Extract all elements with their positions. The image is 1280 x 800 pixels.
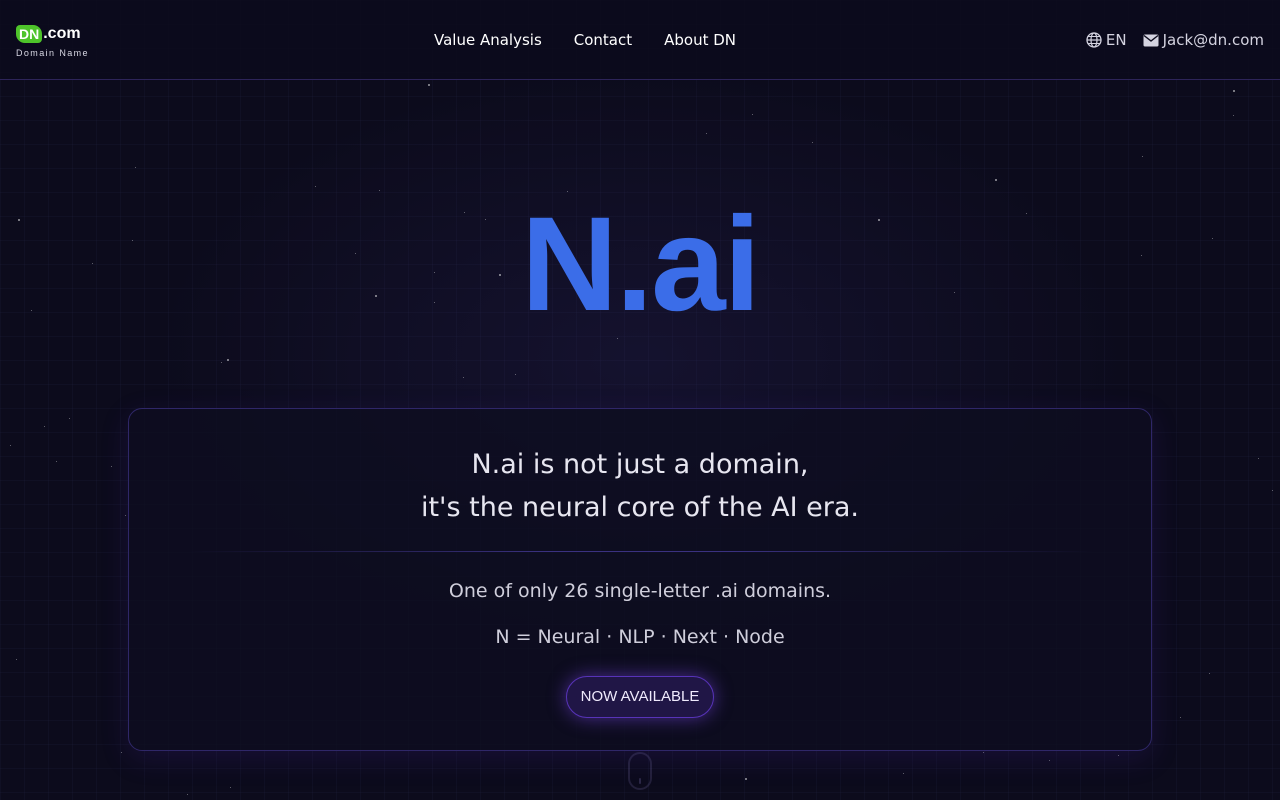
logo-suffix: .com <box>43 25 81 42</box>
header-actions: EN Jack@dn.com <box>1086 30 1264 50</box>
logo-mark: DN .com <box>16 24 96 44</box>
tagline-line-1: N.ai is not just a domain, <box>471 449 809 480</box>
dn-logo[interactable]: DN .com Domain Name <box>16 24 96 60</box>
logo-dn-badge: DN <box>16 25 43 43</box>
tagline: N.ai is not just a domain, it's the neur… <box>129 443 1151 529</box>
nav-value-analysis[interactable]: Value Analysis <box>434 30 542 50</box>
letter-meaning: N = Neural · NLP · Next · Node <box>495 626 785 648</box>
domain-info-card: N.ai is not just a domain, it's the neur… <box>128 408 1152 751</box>
language-switcher[interactable]: EN <box>1086 30 1127 50</box>
email-contact-link[interactable]: Jack@dn.com <box>1143 30 1264 50</box>
top-header: DN .com Domain Name Value Analysis Conta… <box>0 0 1280 80</box>
globe-icon <box>1086 32 1102 48</box>
card-divider <box>189 551 1093 552</box>
now-available-button[interactable]: NOW AVAILABLE <box>566 676 714 718</box>
tagline-line-2: it's the neural core of the AI era. <box>420 492 860 523</box>
nav-contact[interactable]: Contact <box>574 30 632 50</box>
hero-domain-title: N.ai <box>521 190 761 339</box>
main-nav: Value Analysis Contact About DN <box>434 30 736 50</box>
language-label: EN <box>1105 31 1127 49</box>
email-label: Jack@dn.com <box>1162 31 1264 49</box>
nav-about-dn[interactable]: About DN <box>664 30 736 50</box>
logo-subtitle: Domain Name <box>16 48 89 58</box>
mouse-scroll-icon <box>628 752 652 790</box>
domain-fact: One of only 26 single-letter .ai domains… <box>448 580 832 602</box>
mail-icon <box>1143 34 1159 46</box>
